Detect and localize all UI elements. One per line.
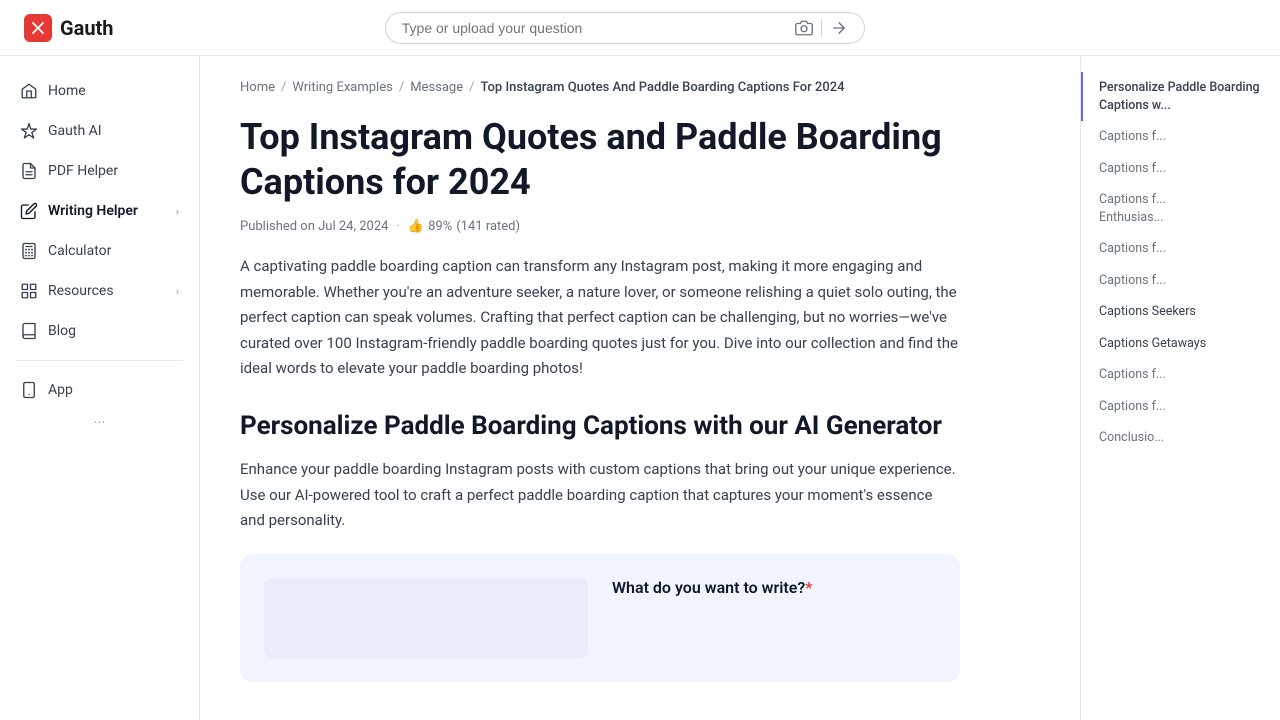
sidebar-scroll-indicator: ⋯ [0, 411, 199, 433]
sidebar-label-calculator: Calculator [48, 243, 111, 259]
sidebar-label-app: App [48, 382, 73, 398]
main-content: Home / Writing Examples / Message / Top … [200, 56, 1080, 720]
cta-illustration [264, 578, 588, 658]
resources-chevron: › [176, 285, 179, 298]
cta-box: What do you want to write?* [240, 554, 960, 682]
article-title: Top Instagram Quotes and Paddle Boarding… [240, 115, 960, 205]
toc-item-conclusion[interactable]: Conclusio... [1081, 422, 1280, 454]
pencil-icon [20, 202, 38, 220]
article-intro: A captivating paddle boarding caption ca… [240, 254, 960, 382]
search-input[interactable] [402, 20, 787, 36]
sidebar-item-calculator[interactable]: Calculator [0, 232, 199, 270]
article-meta: Published on Jul 24, 2024 · 👍 89% (141 r… [240, 219, 960, 234]
sidebar-label-pdf-helper: PDF Helper [48, 163, 118, 179]
search-bar [385, 12, 865, 44]
phone-icon [20, 381, 38, 399]
book-icon [20, 322, 38, 340]
meta-dot: · [396, 219, 399, 234]
toc-item-captions-6[interactable]: Captions f... [1081, 391, 1280, 423]
logo[interactable]: Gauth [24, 14, 114, 42]
cta-form: What do you want to write?* [612, 578, 936, 597]
search-divider [821, 19, 822, 37]
rating: 👍 89% (141 rated) [408, 219, 520, 234]
breadcrumb-writing-examples[interactable]: Writing Examples [292, 80, 392, 95]
toc-item-captions-enthusiasts[interactable]: Captions f...Enthusias... [1081, 184, 1280, 233]
toc-item-captions-4[interactable]: Captions f... [1081, 265, 1280, 297]
toc-item-personalize[interactable]: Personalize Paddle Boarding Captions w..… [1081, 72, 1280, 121]
toc-item-captions-getaways[interactable]: Captions Getaways [1081, 328, 1280, 360]
rating-percent: 89% [428, 219, 452, 234]
sidebar-item-gauth-ai[interactable]: Gauth AI [0, 112, 199, 150]
layout: Home Gauth AI PDF Helper Writing Helper [0, 56, 1280, 720]
logo-text: Gauth [60, 16, 114, 40]
sidebar-item-writing-helper[interactable]: Writing Helper › [0, 192, 199, 230]
section1-title: Personalize Paddle Boarding Captions wit… [240, 410, 960, 444]
breadcrumb-home[interactable]: Home [240, 80, 275, 95]
sidebar-label-blog: Blog [48, 323, 76, 339]
cta-label: What do you want to write?* [612, 578, 936, 597]
rating-count: (141 rated) [456, 219, 520, 234]
section1-text: Enhance your paddle boarding Instagram p… [240, 457, 960, 534]
writing-helper-chevron: › [176, 205, 179, 218]
camera-button[interactable] [795, 19, 813, 37]
sidebar-item-blog[interactable]: Blog [0, 312, 199, 350]
toc-item-captions-5[interactable]: Captions f... [1081, 359, 1280, 391]
cta-asterisk: * [805, 578, 812, 597]
toc-item-captions-1[interactable]: Captions f... [1081, 121, 1280, 153]
breadcrumb-sep-1: / [281, 80, 286, 95]
header: Gauth [0, 0, 1280, 56]
grid-icon [20, 282, 38, 300]
sidebar-item-resources[interactable]: Resources › [0, 272, 199, 310]
sidebar-item-home[interactable]: Home [0, 72, 199, 110]
toc-item-captions-2[interactable]: Captions f... [1081, 153, 1280, 185]
sidebar-item-app[interactable]: App [0, 371, 199, 409]
file-icon [20, 162, 38, 180]
publish-date: Published on Jul 24, 2024 [240, 219, 388, 234]
search-submit-button[interactable] [830, 19, 848, 37]
sidebar-label-gauth-ai: Gauth AI [48, 123, 102, 139]
sidebar-item-pdf-helper[interactable]: PDF Helper [0, 152, 199, 190]
sidebar: Home Gauth AI PDF Helper Writing Helper [0, 56, 200, 720]
content-inner: Home / Writing Examples / Message / Top … [200, 56, 1000, 706]
breadcrumb-sep-2: / [399, 80, 404, 95]
sidebar-label-writing-helper: Writing Helper [48, 203, 138, 219]
breadcrumb-message[interactable]: Message [410, 80, 463, 95]
toc-sidebar: Personalize Paddle Boarding Captions w..… [1080, 56, 1280, 720]
calculator-icon [20, 242, 38, 260]
toc-item-captions-3[interactable]: Captions f... [1081, 233, 1280, 265]
breadcrumb-current: Top Instagram Quotes And Paddle Boarding… [481, 80, 845, 95]
breadcrumb-sep-3: / [469, 80, 474, 95]
sidebar-label-resources: Resources [48, 283, 114, 299]
breadcrumb: Home / Writing Examples / Message / Top … [240, 80, 960, 95]
sparkle-icon [20, 122, 38, 140]
sidebar-divider [16, 360, 183, 361]
logo-icon [24, 14, 52, 42]
toc-item-captions-seekers[interactable]: Captions Seekers [1081, 296, 1280, 328]
thumb-icon: 👍 [408, 219, 424, 234]
home-icon [20, 82, 38, 100]
sidebar-label-home: Home [48, 83, 86, 99]
